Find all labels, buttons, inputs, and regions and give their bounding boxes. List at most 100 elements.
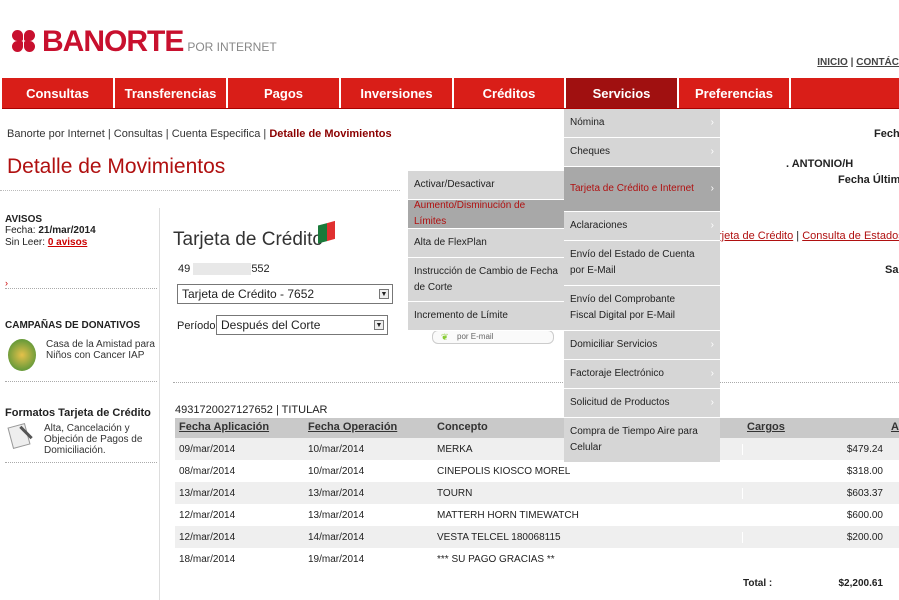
menu-item-compra-de-tiempo-aire-para-celular[interactable]: Compra de Tiempo Aire para Celular <box>564 418 720 463</box>
nav-consultas[interactable]: Consultas <box>2 78 115 108</box>
card-number: 49 552 <box>178 263 270 276</box>
header-fecha-operacion[interactable]: Fecha Operación <box>308 421 397 433</box>
menu-item-factoraje-electronico[interactable]: Factoraje Electrónico › <box>564 360 720 389</box>
page-title: Detalle de Movimientos <box>7 155 226 178</box>
card-number-end: 552 <box>251 263 270 275</box>
table-cell: TOURN <box>433 487 743 499</box>
movements-table: Fecha Aplicación Fecha Operación Concept… <box>175 418 899 596</box>
table-row: 12/mar/2014 14/mar/2014 VESTA TELCEL 18006… <box>175 526 899 548</box>
table-cell: $603.37 <box>846 487 883 499</box>
submenu-item-aumento-disminucion-de-limites[interactable]: Aumento/Disminución de Límites <box>408 200 564 229</box>
formatos-section: Formatos Tarjeta de Crédito Alta, Cancel… <box>0 407 158 456</box>
nav-preferencias[interactable]: Preferencias <box>679 78 791 108</box>
menu-item-label: Envío del Comprobante Fiscal Digital por… <box>570 294 676 321</box>
campanas-title: CAMPAÑAS DE DONATIVOS <box>5 320 141 331</box>
submenu-item-instruccion-de-cambio-de-fecha-de-corte[interactable]: Instrucción de Cambio de Fecha de Corte <box>408 258 564 302</box>
periodo-label: Período: <box>177 320 219 332</box>
submenu-item-activar-desactivar[interactable]: Activar/Desactivar <box>408 171 564 200</box>
chevron-right-icon: › <box>710 117 714 128</box>
campana-text: Casa de la Amistad para Niños con Cancer… <box>46 339 155 361</box>
table-cell: 18/mar/2014 <box>179 553 236 565</box>
campana-item[interactable]: Casa de la Amistad para Niños con Cancer… <box>8 339 158 371</box>
card-number-mask <box>193 263 252 276</box>
chevron-right-icon: › <box>710 220 714 231</box>
menu-item-solicitud-de-productos[interactable]: Solicitud de Productos › <box>564 389 720 418</box>
sidebar-divider <box>5 462 157 463</box>
main-navbar: Consultas Transferencias Pagos Inversiones C… <box>2 78 899 109</box>
nav-servicios[interactable]: Servicios <box>566 78 679 108</box>
brand-name: BANORTE <box>42 25 184 58</box>
nav-transferencias[interactable]: Transferencias <box>115 78 228 108</box>
tarjeta-credito-link[interactable]: rjeta de Crédito <box>718 230 793 242</box>
menu-item-envio-del-estado-de-cuenta-por-e-mail[interactable]: Envío del Estado de Cuenta por E-Mail <box>564 241 720 286</box>
avisos-link[interactable]: 0 avisos <box>48 237 87 248</box>
table-cell: CINEPOLIS KIOSCO MOREL <box>433 465 743 477</box>
header-cargos[interactable]: Cargos <box>747 421 785 433</box>
brand-sub: POR INTERNET <box>187 40 277 54</box>
saldo-label: Sal <box>885 264 899 276</box>
nav-pagos[interactable]: Pagos <box>228 78 341 108</box>
nav-inversiones[interactable]: Inversiones <box>341 78 454 108</box>
table-cell: 08/mar/2014 <box>179 465 236 477</box>
table-row: 12/mar/2014 13/mar/2014 MATTERH HORN TIMEW… <box>175 504 899 526</box>
nav-creditos[interactable]: Créditos <box>454 78 566 108</box>
submenu-item-alta-de-flexplan[interactable]: Alta de FlexPlan <box>408 229 564 258</box>
total-value: $2,200.61 <box>838 577 884 589</box>
table-cell: 13/mar/2014 <box>179 487 236 499</box>
menu-item-nomina[interactable]: Nómina › <box>564 109 720 138</box>
table-cell: 13/mar/2014 <box>308 509 365 521</box>
menu-item-envio-del-comprobante-fiscal-digital-por-e-mail[interactable]: Envío del Comprobante Fiscal Digital por… <box>564 286 720 331</box>
table-cell: 13/mar/2014 <box>308 487 365 499</box>
contacto-link[interactable]: CONTÁC <box>856 57 899 68</box>
content-divider <box>173 382 899 383</box>
chevron-right-icon: › <box>710 183 714 194</box>
avisos-sinleer-label: Sin Leer: <box>5 237 48 248</box>
menu-item-domiciliar-servicios[interactable]: Domiciliar Servicios › <box>564 331 720 360</box>
table-cell: *** SU PAGO GRACIAS ** <box>433 553 743 565</box>
table-cell: $200.00 <box>846 531 883 543</box>
tarjeta-submenu: Activar/Desactivar Aumento/Disminución de… <box>408 171 564 331</box>
formato-item[interactable]: Alta, Cancelación y Objeción de Pagos de… <box>7 423 158 456</box>
top-links-separator: | <box>850 57 854 68</box>
menu-item-label: Cheques <box>570 146 611 157</box>
table-cell: 10/mar/2014 <box>308 443 365 455</box>
menu-item-label: Nómina <box>570 117 605 128</box>
sidebar-arrow-icon[interactable]: › <box>5 278 8 288</box>
servicios-menu: Nómina › Cheques › Tarjeta de Crédito e Inte… <box>564 109 720 463</box>
table-row: 18/mar/2014 19/mar/2014 *** SU PAGO GRACIA… <box>175 548 899 570</box>
links-right: rjeta de Crédito | Consulta de Estados d <box>718 230 899 242</box>
periodo-select[interactable]: Después del Corte ▼ <box>216 315 388 335</box>
menu-item-label: Envío del Estado de Cuenta por E-Mail <box>570 249 695 276</box>
breadcrumb: Banorte por Internet | Consultas | Cuent… <box>7 128 392 140</box>
avisos-fecha: 21/mar/2014 <box>38 225 96 236</box>
inicio-link[interactable]: INICIO <box>817 57 848 68</box>
breadcrumb-path[interactable]: Banorte por Internet | Consultas | Cuent… <box>7 128 269 140</box>
casa-amistad-logo-icon <box>8 339 36 371</box>
menu-item-aclaraciones[interactable]: Aclaraciones › <box>564 212 720 241</box>
menu-item-tarjeta-de-credito-e-internet[interactable]: Tarjeta de Crédito e Internet › <box>564 167 720 212</box>
banorte-logo[interactable]: BANORTE POR INTERNET <box>12 25 277 58</box>
menu-item-label: Compra de Tiempo Aire para Celular <box>570 426 698 453</box>
table-row: 08/mar/2014 10/mar/2014 CINEPOLIS KIOSCO M… <box>175 460 899 482</box>
header-abonos[interactable]: Ab <box>891 421 899 433</box>
menu-item-label: Solicitud de Productos <box>570 397 670 408</box>
sidebar-divider <box>5 381 157 382</box>
table-cell: MATTERH HORN TIMEWATCH <box>433 509 743 521</box>
user-name: . ANTONIO/H <box>786 158 854 170</box>
top-links: INICIO | CONTÁC <box>817 57 899 68</box>
header-fecha-aplicacion[interactable]: Fecha Aplicación <box>179 421 269 433</box>
table-cell: 10/mar/2014 <box>308 465 365 477</box>
submenu-item-incremento-de-limite[interactable]: Incremento de Límite <box>408 302 564 331</box>
select-arrow-icon: ▼ <box>379 289 389 299</box>
table-row: 09/mar/2014 10/mar/2014 MERKA $479.24 <box>175 438 899 460</box>
menu-item-label: Aclaraciones <box>570 220 628 231</box>
menu-item-label: Domiciliar Servicios <box>570 339 658 350</box>
menu-item-cheques[interactable]: Cheques › <box>564 138 720 167</box>
table-cell: 14/mar/2014 <box>308 531 365 543</box>
table-header: Fecha Aplicación Fecha Operación Concept… <box>175 418 899 438</box>
card-title: Tarjeta de Crédito <box>173 229 323 250</box>
email-tag[interactable]: por E-mail <box>432 330 554 344</box>
chevron-right-icon: › <box>710 146 714 157</box>
account-select[interactable]: Tarjeta de Crédito - 7652 ▼ <box>177 284 393 304</box>
estados-cuenta-link[interactable]: Consulta de Estados d <box>802 230 899 242</box>
